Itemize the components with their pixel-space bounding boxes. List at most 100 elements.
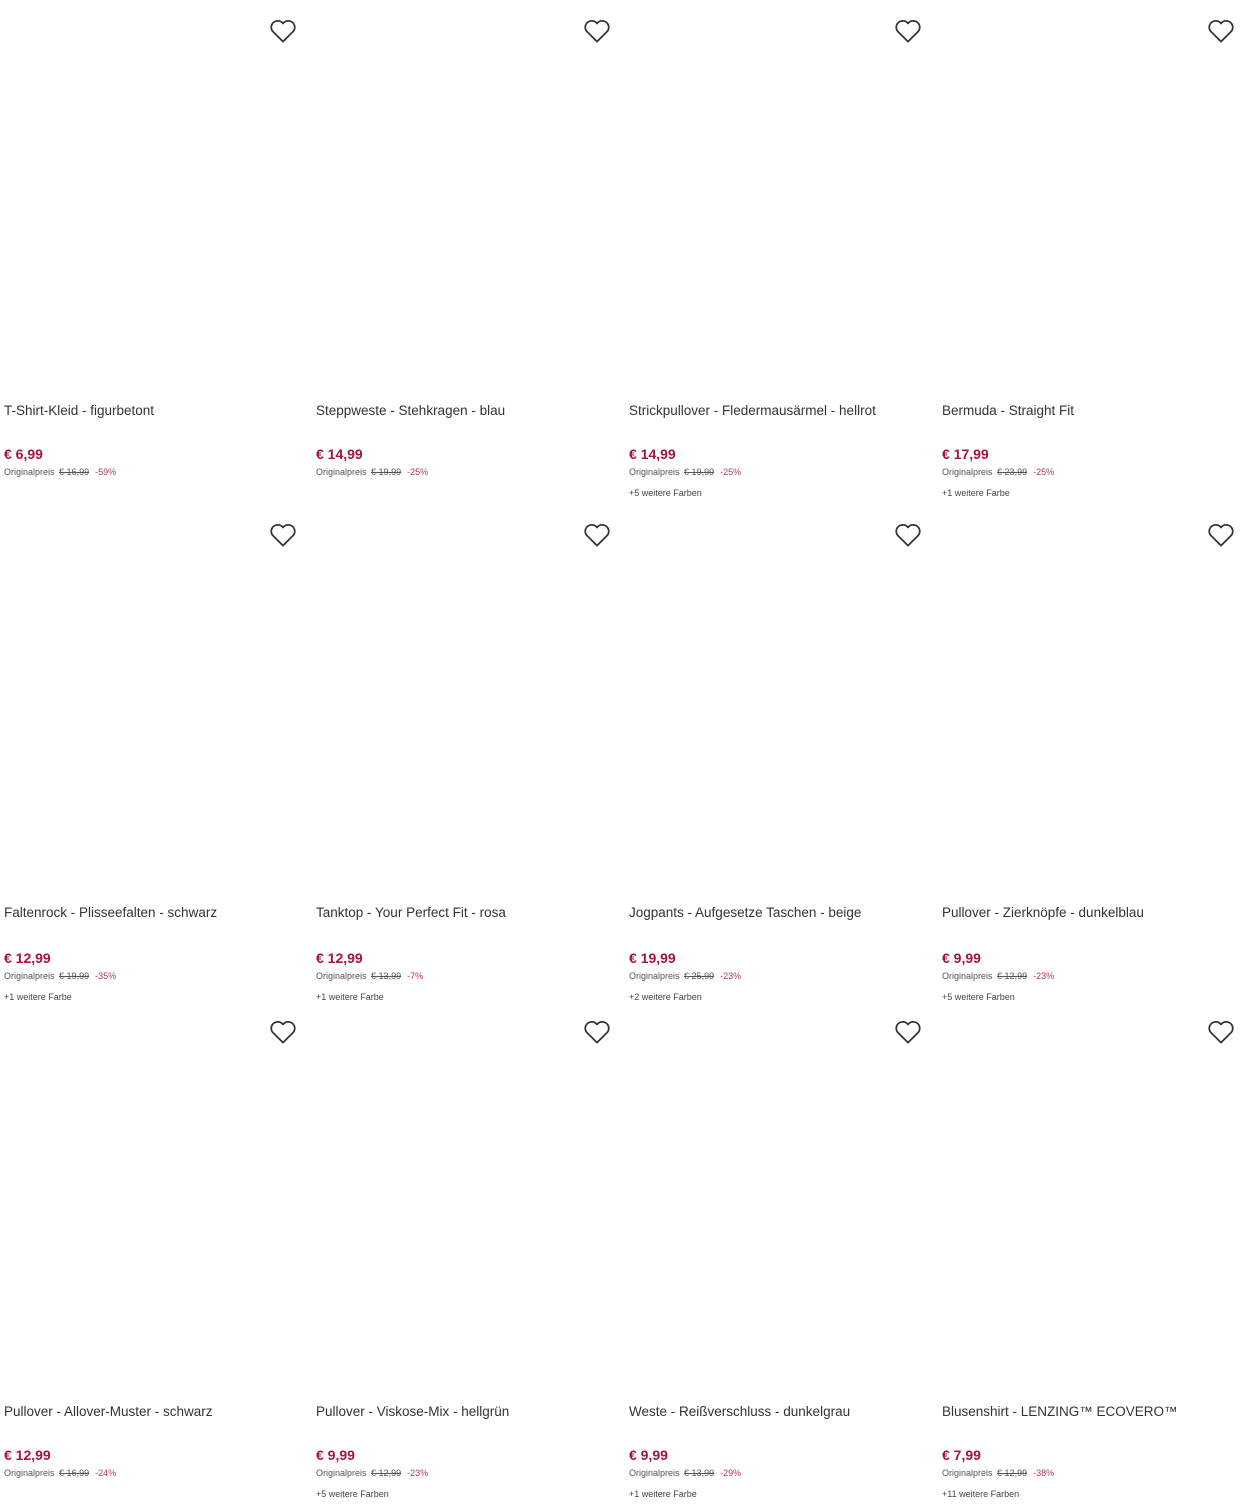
- product-price: € 17,99: [942, 446, 989, 462]
- original-price-line: Originalpreis € 16,99 -59%: [4, 467, 116, 477]
- original-price-line: Originalpreis € 25,99 -23%: [629, 971, 741, 981]
- product-title[interactable]: Pullover - Allover-Muster - schwarz: [4, 1404, 213, 1419]
- original-price-line: Originalpreis € 19,99 -35%: [4, 971, 116, 981]
- original-price-label: Originalpreis: [629, 1468, 680, 1478]
- original-price: € 25,99: [684, 971, 715, 981]
- wishlist-heart-icon[interactable]: [1206, 520, 1236, 550]
- discount-badge: -29%: [720, 1468, 742, 1478]
- discount-badge: -35%: [95, 971, 117, 981]
- discount-badge: -59%: [95, 467, 117, 477]
- original-price: € 16,99: [59, 1468, 90, 1478]
- product-price: € 9,99: [942, 950, 981, 966]
- original-price-label: Originalpreis: [4, 971, 55, 981]
- discount-badge: -25%: [1033, 467, 1055, 477]
- discount-badge: -25%: [720, 467, 742, 477]
- product-image[interactable]: [312, 1001, 624, 1383]
- product-price: € 12,99: [316, 950, 363, 966]
- product-image[interactable]: [312, 504, 624, 886]
- product-price: € 7,99: [942, 1447, 981, 1463]
- original-price: € 19,99: [371, 467, 402, 477]
- discount-badge: -38%: [1033, 1468, 1055, 1478]
- wishlist-heart-icon[interactable]: [582, 16, 612, 46]
- product-image[interactable]: [625, 0, 937, 382]
- product-price: € 12,99: [4, 950, 51, 966]
- product-image[interactable]: [0, 1001, 312, 1383]
- original-price-line: Originalpreis € 19,99 -25%: [316, 467, 428, 477]
- discount-badge: -24%: [95, 1468, 117, 1478]
- wishlist-heart-icon[interactable]: [1206, 16, 1236, 46]
- product-title[interactable]: Weste - Reißverschluss - dunkelgrau: [629, 1404, 850, 1419]
- product-title[interactable]: Jogpants - Aufgesetze Taschen - beige: [629, 905, 861, 920]
- original-price: € 12,99: [997, 1468, 1028, 1478]
- product-title[interactable]: T-Shirt-Kleid - figurbetont: [4, 403, 154, 418]
- original-price-line: Originalpreis € 12,99 -38%: [942, 1468, 1054, 1478]
- product-title[interactable]: Steppweste - Stehkragen - blau: [316, 403, 505, 418]
- original-price-line: Originalpreis € 13,99 -7%: [316, 971, 423, 981]
- product-title[interactable]: Tanktop - Your Perfect Fit - rosa: [316, 905, 506, 920]
- original-price: € 12,99: [371, 1468, 402, 1478]
- product-price: € 6,99: [4, 446, 43, 462]
- product-title[interactable]: Blusenshirt - LENZING™ ECOVERO™: [942, 1404, 1178, 1419]
- product-price: € 12,99: [4, 1447, 51, 1463]
- product-image[interactable]: [0, 0, 312, 382]
- wishlist-heart-icon[interactable]: [582, 520, 612, 550]
- wishlist-heart-icon[interactable]: [268, 1017, 298, 1047]
- original-price-label: Originalpreis: [629, 971, 680, 981]
- original-price-label: Originalpreis: [942, 1468, 993, 1478]
- more-colors-link[interactable]: +11 weitere Farben: [942, 1489, 1019, 1499]
- original-price-label: Originalpreis: [942, 467, 993, 477]
- discount-badge: -23%: [1033, 971, 1055, 981]
- original-price-line: Originalpreis € 13,99 -29%: [629, 1468, 741, 1478]
- discount-badge: -7%: [407, 971, 424, 981]
- original-price-label: Originalpreis: [942, 971, 993, 981]
- original-price-label: Originalpreis: [316, 971, 367, 981]
- wishlist-heart-icon[interactable]: [893, 520, 923, 550]
- original-price: € 13,99: [371, 971, 402, 981]
- more-colors-link[interactable]: +5 weitere Farben: [629, 488, 702, 498]
- product-image[interactable]: [938, 0, 1250, 382]
- original-price: € 12,99: [997, 971, 1028, 981]
- wishlist-heart-icon[interactable]: [268, 520, 298, 550]
- product-price: € 9,99: [316, 1447, 355, 1463]
- discount-badge: -23%: [720, 971, 742, 981]
- product-image[interactable]: [312, 0, 624, 382]
- product-title[interactable]: Strickpullover - Fledermausärmel - hellr…: [629, 403, 876, 418]
- wishlist-heart-icon[interactable]: [268, 16, 298, 46]
- product-image[interactable]: [938, 504, 1250, 886]
- original-price-label: Originalpreis: [316, 1468, 367, 1478]
- original-price-line: Originalpreis € 16,99 -24%: [4, 1468, 116, 1478]
- original-price: € 13,99: [684, 1468, 715, 1478]
- product-price: € 14,99: [629, 446, 676, 462]
- wishlist-heart-icon[interactable]: [893, 1017, 923, 1047]
- original-price: € 16,99: [59, 467, 90, 477]
- original-price: € 23,99: [997, 467, 1028, 477]
- original-price-label: Originalpreis: [4, 467, 55, 477]
- product-title[interactable]: Pullover - Zierknöpfe - dunkelblau: [942, 905, 1144, 920]
- product-image[interactable]: [938, 1001, 1250, 1383]
- product-price: € 14,99: [316, 446, 363, 462]
- original-price-label: Originalpreis: [316, 467, 367, 477]
- wishlist-heart-icon[interactable]: [582, 1017, 612, 1047]
- original-price-line: Originalpreis € 23,99 -25%: [942, 467, 1054, 477]
- wishlist-heart-icon[interactable]: [893, 16, 923, 46]
- more-colors-link[interactable]: +1 weitere Farbe: [942, 488, 1010, 498]
- wishlist-heart-icon[interactable]: [1206, 1017, 1236, 1047]
- product-image[interactable]: [625, 1001, 937, 1383]
- product-title[interactable]: Bermuda - Straight Fit: [942, 403, 1074, 418]
- product-title[interactable]: Pullover - Viskose-Mix - hellgrün: [316, 1404, 509, 1419]
- product-price: € 9,99: [629, 1447, 668, 1463]
- original-price-line: Originalpreis € 19,99 -25%: [629, 467, 741, 477]
- discount-badge: -23%: [407, 1468, 429, 1478]
- original-price: € 19,99: [684, 467, 715, 477]
- discount-badge: -25%: [407, 467, 429, 477]
- product-title[interactable]: Faltenrock - Plisseefalten - schwarz: [4, 905, 217, 920]
- more-colors-link[interactable]: +1 weitere Farbe: [629, 1489, 697, 1499]
- original-price-line: Originalpreis € 12,99 -23%: [316, 1468, 428, 1478]
- original-price-line: Originalpreis € 12,99 -23%: [942, 971, 1054, 981]
- more-colors-link[interactable]: +5 weitere Farben: [316, 1489, 389, 1499]
- product-image[interactable]: [625, 504, 937, 886]
- product-price: € 19,99: [629, 950, 676, 966]
- original-price: € 19,99: [59, 971, 90, 981]
- product-image[interactable]: [0, 504, 312, 886]
- original-price-label: Originalpreis: [629, 467, 680, 477]
